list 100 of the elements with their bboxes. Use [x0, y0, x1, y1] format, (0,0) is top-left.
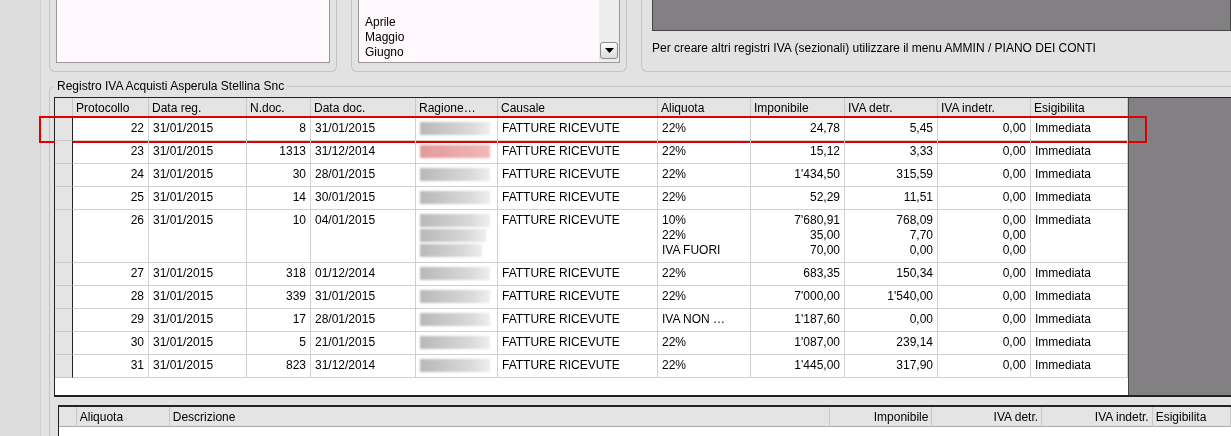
table-cell: 31/01/2015 — [149, 187, 247, 210]
table-cell: 31/01/2015 — [149, 286, 247, 309]
table-cell: 3,33 — [845, 141, 938, 164]
table-cell: 11,51 — [845, 187, 938, 210]
table-cell: 15,12 — [751, 141, 845, 164]
table-cell: 1'434,50 — [751, 164, 845, 187]
table-cell: 150,34 — [845, 263, 938, 286]
table-cell: 22% — [658, 141, 751, 164]
table-cell: 318 — [247, 263, 311, 286]
table-cell: 1313 — [247, 141, 311, 164]
table-cell: 0,00 — [938, 187, 1031, 210]
table-cell: 31/01/2015 — [311, 118, 416, 141]
table-cell: FATTURE RICEVUTE — [498, 164, 658, 187]
table-cell: 823 — [247, 355, 311, 378]
table-cell: 7'680,91 35,00 70,00 — [751, 210, 845, 263]
table-cell: Immediata — [1031, 355, 1128, 378]
table-cell: 30 — [73, 332, 149, 355]
table-cell: 1'445,00 — [751, 355, 845, 378]
column-header[interactable]: Ragione… — [416, 98, 498, 118]
table-cell: FATTURE RICEVUTE — [498, 309, 658, 332]
table-cell: FATTURE RICEVUTE — [498, 118, 658, 141]
table-cell: 31/01/2015 — [149, 355, 247, 378]
table-cell: FATTURE RICEVUTE — [498, 187, 658, 210]
table-cell: Immediata — [1031, 210, 1128, 263]
month-list-box[interactable]: Aprile Maggio Giugno — [358, 0, 620, 63]
table-cell: 30/01/2015 — [311, 187, 416, 210]
table-cell: 0,00 — [938, 141, 1031, 164]
table-cell: 29 — [73, 309, 149, 332]
column-header[interactable]: Descrizione — [169, 407, 830, 427]
column-header[interactable]: IVA indetr. — [1042, 407, 1153, 427]
table-cell: FATTURE RICEVUTE — [498, 286, 658, 309]
table-cell: 0,00 — [938, 309, 1031, 332]
table-cell: 01/12/2014 — [311, 263, 416, 286]
table-cell: FATTURE RICEVUTE — [498, 263, 658, 286]
info-text: Per creare altri registri IVA (sezionali) utilizzare il menu AMMIN / PIANO DEI CONTI — [652, 41, 1097, 55]
table-cell: 5,45 — [845, 118, 938, 141]
table-cell: FATTURE RICEVUTE — [498, 141, 658, 164]
table-cell: 24,78 — [751, 118, 845, 141]
column-header[interactable]: Protocollo — [73, 98, 149, 118]
table-cell: 10 — [247, 210, 311, 263]
column-header[interactable]: Esigibilita — [1031, 98, 1128, 118]
column-header[interactable]: N.doc. — [247, 98, 311, 118]
table-cell: FATTURE RICEVUTE — [498, 210, 658, 263]
table-cell: 0,00 — [938, 263, 1031, 286]
table-cell: Immediata — [1031, 141, 1128, 164]
table-cell: Immediata — [1031, 263, 1128, 286]
table-cell: 1'187,60 — [751, 309, 845, 332]
column-header[interactable]: IVA detr. — [932, 407, 1043, 427]
column-header[interactable]: IVA indetr. — [938, 98, 1031, 118]
table-cell: Immediata — [1031, 332, 1128, 355]
table-cell: 0,00 — [938, 164, 1031, 187]
table-cell: 23 — [73, 141, 149, 164]
table-cell: 31/01/2015 — [149, 210, 247, 263]
table-cell: 0,00 — [845, 309, 938, 332]
table-cell: 315,59 — [845, 164, 938, 187]
table-cell: 0,00 — [938, 332, 1031, 355]
table-cell: 0,00 0,00 0,00 — [938, 210, 1031, 263]
list-item[interactable]: Maggio — [365, 30, 599, 45]
table-cell: 1'540,00 — [845, 286, 938, 309]
table-cell: 04/01/2015 — [311, 210, 416, 263]
table-cell: 22% — [658, 286, 751, 309]
column-header[interactable]: Causale — [498, 98, 658, 118]
table-cell: 14 — [247, 187, 311, 210]
table-cell: 28/01/2015 — [311, 164, 416, 187]
table-cell: FATTURE RICEVUTE — [498, 332, 658, 355]
list-item[interactable]: Aprile — [365, 15, 599, 30]
list-item[interactable]: Giugno — [365, 45, 599, 60]
table-cell: 22% — [658, 263, 751, 286]
table-cell: 31/01/2015 — [149, 118, 247, 141]
table-cell: 7'000,00 — [751, 286, 845, 309]
column-header[interactable]: Imponibile — [829, 407, 933, 427]
table-cell: Immediata — [1031, 164, 1128, 187]
column-header[interactable]: Esigibilita — [1152, 407, 1231, 427]
column-header[interactable]: Data reg. — [149, 98, 247, 118]
table-cell: 31/01/2015 — [149, 263, 247, 286]
table-cell: 5 — [247, 332, 311, 355]
table-cell: 1'087,00 — [751, 332, 845, 355]
table-cell: 24 — [73, 164, 149, 187]
column-header[interactable]: Aliquota — [658, 98, 751, 118]
table-cell: 339 — [247, 286, 311, 309]
table-cell: 22% — [658, 187, 751, 210]
column-header[interactable]: IVA detr. — [845, 98, 938, 118]
table-cell: 27 — [73, 263, 149, 286]
table-cell: 17 — [247, 309, 311, 332]
table-cell: 25 — [73, 187, 149, 210]
column-header[interactable]: Imponibile — [751, 98, 845, 118]
table-cell: 10% 22% IVA FUORI — [658, 210, 751, 263]
table-cell: 30 — [247, 164, 311, 187]
table-cell: 683,35 — [751, 263, 845, 286]
table-cell: 768,09 7,70 0,00 — [845, 210, 938, 263]
column-header[interactable]: Aliquota — [76, 407, 170, 427]
table-cell: 31 — [73, 355, 149, 378]
table-cell: Immediata — [1031, 286, 1128, 309]
table-cell: Immediata — [1031, 118, 1128, 141]
table-cell: Immediata — [1031, 309, 1128, 332]
table-cell: 0,00 — [938, 355, 1031, 378]
column-header[interactable]: Data doc. — [311, 98, 416, 118]
table-cell: 26 — [73, 210, 149, 263]
table-cell: 31/01/2015 — [149, 332, 247, 355]
table-cell: 239,14 — [845, 332, 938, 355]
